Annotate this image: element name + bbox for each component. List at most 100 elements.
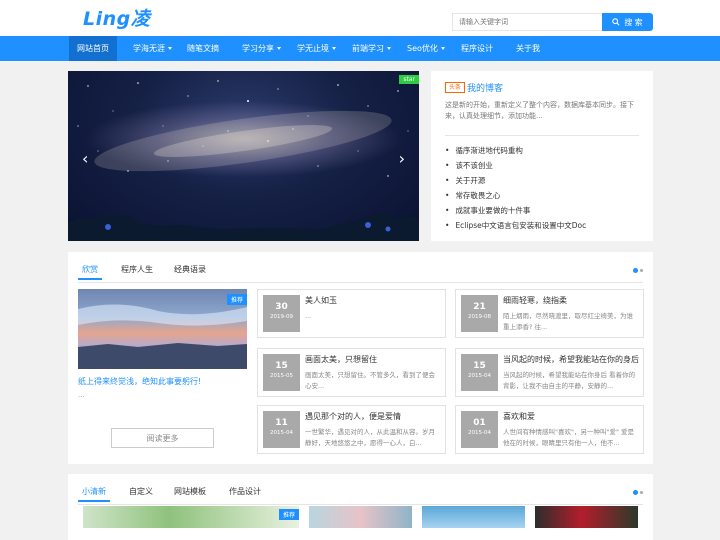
chevron-down-icon [387,47,391,50]
search-box: 搜 索 [452,13,653,31]
blog-title[interactable]: 我的博客 [467,81,503,94]
work-thumbnail[interactable] [535,506,638,528]
article-card[interactable]: 21 2019-08 细雨轻寒，绕指柔 陌上烟雨，尽然晓渡里，取尽红尘绮美，为谁重… [455,289,644,338]
article-card[interactable]: 01 2015-04 喜欢和爱 人世间有种情感叫"喜欢"，另一种叫"爱" 爱是他在… [455,405,644,454]
site-logo[interactable]: Ling凌 [83,4,150,31]
work-thumbnail[interactable] [309,506,412,528]
dot-active[interactable] [633,490,638,495]
slider-next-button[interactable]: › [399,149,405,168]
slider-tag: star [399,75,419,84]
nav-item-home[interactable]: 网站首页 [69,36,117,61]
blog-link[interactable]: 循序渐进地代码重构 [445,143,586,158]
nav-label: 学习分享 [242,44,274,53]
tab-designs[interactable]: 作品设计 [229,482,261,502]
date-day: 21 [473,302,486,312]
nav-item-seo[interactable]: Seo优化 [399,36,453,61]
blog-link[interactable]: 该不该创业 [445,158,586,173]
work-thumbnail[interactable]: 推荐 [83,506,299,528]
article-card[interactable]: 15 2015-05 画面太美，只想留住 画面太美，只想留住。不管多久，看到了便会… [257,348,446,397]
date-month: 2015-04 [468,430,491,436]
blog-link[interactable]: 关于开源 [445,173,586,188]
date-month: 2019-08 [468,314,491,320]
tab-classic-quotes[interactable]: 经典语录 [174,260,206,280]
article-title[interactable]: 画面太美，只想留住 [305,354,443,365]
nav-item-xuewu[interactable]: 学无止境 [289,36,344,61]
header: Ling凌 搜 索 [0,0,720,36]
chevron-down-icon [440,47,445,50]
article-title[interactable]: 细雨轻寒，绕指柔 [503,295,641,306]
article-excerpt: 一世繁华，遇见对的人，从此温和从容。岁月静好，天地悠悠之中，愿得一心人，白... [305,428,435,447]
blog-link[interactable]: 常存敬畏之心 [445,188,586,203]
nav-label: 程序设计 [461,44,493,53]
blog-description: 这是新的开始，重新定义了整个内容，数据库基本同步。接下来，认真处理细节，添加功能… [445,101,634,120]
feature-excerpt: ... [78,391,85,399]
date-day: 15 [275,361,288,371]
date-day: 30 [275,302,288,312]
read-more-button[interactable]: 阅读更多 [111,428,214,448]
carousel-dots [633,268,643,273]
dot-active[interactable] [633,268,638,273]
recommend-badge: 推荐 [278,509,299,520]
nav-label: 随笔文摘 [187,44,219,53]
date-month: 2015-05 [270,373,293,379]
works-section: 小清新 自定义 网站模板 作品设计 推荐 [68,474,653,540]
date-box: 11 2015-04 [263,411,300,448]
date-box: 15 2015-05 [263,354,300,391]
date-day: 01 [473,418,486,428]
blog-link[interactable]: 成就事业要做的十件事 [445,203,586,218]
grass-silhouette [68,213,419,241]
tab-site-templates[interactable]: 网站模板 [174,482,206,502]
article-card[interactable]: 30 2019-09 美人如玉 ... [257,289,446,338]
slider-prev-button[interactable]: ‹ [82,149,88,168]
headline-badge: 头条 [445,82,466,93]
date-day: 15 [473,361,486,371]
search-button[interactable]: 搜 索 [602,13,653,31]
nav-label: Seo优化 [407,44,438,53]
nav-item-frontend[interactable]: 前端学习 [344,36,399,61]
article-card[interactable]: 15 2015-04 当风起的时候，希望我能站在你的身后 当风起的时候，希望我能站… [455,348,644,397]
nav-item-xuehai[interactable]: 学海无涯 [125,36,180,61]
search-input[interactable] [452,13,603,31]
search-icon [612,18,620,26]
date-box: 01 2015-04 [461,411,498,448]
tab-programmer-life[interactable]: 程序人生 [121,260,153,280]
date-box: 30 2019-09 [263,295,300,332]
feature-image[interactable]: 推荐 [78,289,247,369]
search-button-label: 搜 索 [624,17,643,27]
work-thumbnail[interactable] [422,506,525,528]
article-excerpt: 当风起的时候，希望我能站在你身后 看着你的背影，让我不由自主的平静，安静的... [503,371,636,390]
dot[interactable] [640,491,643,494]
date-month: 2015-04 [270,430,293,436]
chevron-down-icon [277,47,281,50]
blog-link[interactable]: Eclipse中文语言包安装和设置中文Doc [445,218,586,233]
date-day: 11 [275,418,288,428]
nav-label: 学无止境 [297,44,329,53]
recommend-badge: 推荐 [226,294,247,305]
article-title[interactable]: 遇见那个对的人，便是爱情 [305,411,443,422]
nav-item-about[interactable]: 关于我 [508,36,548,61]
dot[interactable] [640,269,643,272]
feature-title[interactable]: 纸上得来终觉浅，绝知此事要躬行! [78,376,201,387]
article-card[interactable]: 11 2015-04 遇见那个对的人，便是爱情 一世繁华，遇见对的人，从此温和从容… [257,405,446,454]
nav-item-suibi[interactable]: 随笔文摘 [179,36,227,61]
article-title[interactable]: 当风起的时候，希望我能站在你的身后 [503,354,641,365]
tab-underline [78,504,643,505]
blog-card: 头条 我的博客 这是新的开始，重新定义了整个内容，数据库基本同步。接下来，认真处… [431,71,653,241]
article-title[interactable]: 喜欢和爱 [503,411,641,422]
nav-label: 关于我 [516,44,540,53]
hero-slider[interactable]: star ‹ › [68,71,419,241]
nav-item-share[interactable]: 学习分享 [234,36,289,61]
tab-underline [78,282,643,283]
chevron-down-icon [332,47,336,50]
chevron-down-icon [168,47,172,50]
tab-appreciate[interactable]: 欣赏 [78,260,102,280]
date-month: 2015-04 [468,373,491,379]
nav-item-programming[interactable]: 程序设计 [453,36,501,61]
nav-label: 前端学习 [352,44,384,53]
date-box: 21 2019-08 [461,295,498,332]
article-excerpt: 人世间有种情感叫"喜欢"，另一种叫"爱" 爱是他在的时候，眼睛里只有他一人，他不… [503,428,635,447]
tab-custom[interactable]: 自定义 [129,482,153,502]
article-title[interactable]: 美人如玉 [305,295,443,306]
tab-fresh[interactable]: 小清新 [78,482,110,502]
divider [445,135,639,136]
